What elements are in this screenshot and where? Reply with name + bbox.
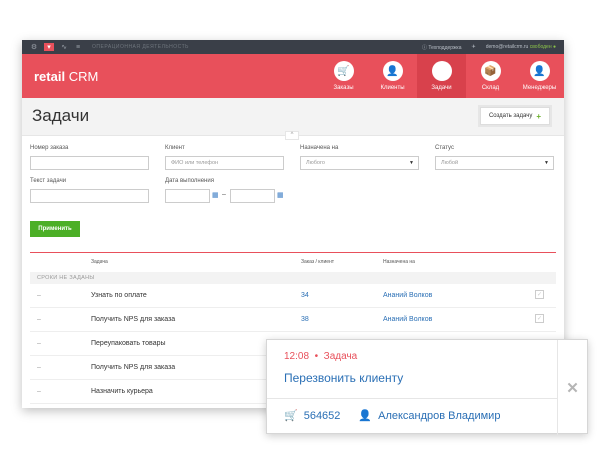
main-header: retail CRM 🛒 Заказы 👤 Клиенты ☰ Задачи 📦…: [22, 54, 564, 98]
row-assignee-link[interactable]: Ананий Волков: [383, 292, 432, 299]
user-email: demo@retailcrm.ru: [485, 44, 529, 50]
assigned-label: Назначена на: [300, 145, 339, 151]
group-no-deadline: СРОКИ НЕ ЗАДАНЫ: [30, 272, 556, 284]
list-icon[interactable]: ≡: [74, 43, 82, 51]
row-assignee-link[interactable]: Ананий Волков: [383, 316, 432, 323]
header-task[interactable]: Задача: [91, 259, 108, 265]
date-to-input[interactable]: [230, 189, 275, 203]
row-order-link[interactable]: 34: [301, 292, 309, 299]
megaphone-icon[interactable]: ✈: [472, 44, 476, 50]
row-task[interactable]: Получить NPS для заказа: [91, 316, 175, 323]
support-link[interactable]: ⓘ Техподдержка: [422, 44, 462, 51]
filters-panel: Номер заказа Клиент ФИО или телефон Назн…: [22, 136, 564, 248]
nav-label: Менеджеры: [522, 85, 557, 91]
nav-orders[interactable]: 🛒 Заказы: [319, 54, 368, 98]
due-date-label: Дата выполнения: [165, 178, 214, 184]
apply-button[interactable]: Применить: [30, 221, 80, 237]
title-bar: Задачи Создать задачу + ^: [22, 98, 564, 140]
nav-label: Заказы: [333, 85, 354, 91]
table-header: Задача Заказ / клиент Назначена на: [30, 259, 556, 271]
row-dash: –: [37, 316, 41, 323]
caret-down-icon: ▼: [544, 160, 549, 166]
complete-checkbox[interactable]: ✓: [535, 290, 544, 299]
manager-icon: 👤: [529, 61, 550, 81]
chat-icon: ☰: [431, 61, 452, 81]
logo-right: CRM: [68, 68, 99, 84]
nav-managers[interactable]: 👤 Менеджеры: [515, 54, 564, 98]
nav-label: Задачи: [431, 85, 452, 91]
nav-tasks[interactable]: ☰ Задачи: [417, 54, 466, 98]
caret-down-icon: ▼: [409, 160, 414, 166]
row-task[interactable]: Переупаковать товары: [91, 340, 166, 347]
notification-type: Задача: [323, 351, 358, 362]
support-label: Техподдержка: [428, 44, 462, 51]
row-order-link[interactable]: 38: [301, 316, 309, 323]
plus-icon: +: [536, 111, 541, 121]
logo[interactable]: retail CRM: [22, 54, 302, 98]
order-number-input[interactable]: [30, 156, 149, 170]
create-task-label: Создать задачу: [488, 113, 533, 119]
logo-left: retail: [34, 68, 66, 84]
task-text-label: Текст задачи: [30, 178, 67, 184]
system-bar: ⚙ ▾ ∿ ≡ ОПЕРАЦИОННАЯ ДЕЯТЕЛЬНОСТЬ ⓘ Техп…: [22, 40, 564, 54]
notification-divider: [267, 398, 557, 399]
calendar-icon[interactable]: ▦: [277, 191, 284, 199]
nav-label: Склад: [481, 85, 500, 91]
user-icon: 👤: [382, 61, 403, 81]
main-nav: 🛒 Заказы 👤 Клиенты ☰ Задачи 📦 Склад 👤 Ме…: [319, 54, 564, 98]
cart-icon: 🛒: [284, 410, 298, 422]
calendar-icon[interactable]: ▦: [212, 191, 219, 199]
notification-task-link[interactable]: Перезвонить клиенту: [284, 371, 403, 385]
status-select[interactable]: Любой ▼: [435, 156, 554, 170]
section-title: ОПЕРАЦИОННАЯ ДЕЯТЕЛЬНОСТЬ: [92, 44, 189, 50]
row-dash: –: [37, 292, 41, 299]
row-task[interactable]: Получить NPS для заказа: [91, 364, 175, 371]
notification-client-link[interactable]: Александров Владимир: [378, 410, 500, 422]
header-order[interactable]: Заказ / клиент: [301, 259, 334, 265]
row-dash: –: [37, 364, 41, 371]
nav-label: Клиенты: [380, 85, 405, 91]
assigned-value: Любого: [306, 160, 325, 166]
row-dash: –: [37, 340, 41, 347]
cart-icon: 🛒: [333, 61, 354, 81]
status-label: Статус: [435, 145, 454, 151]
user-menu[interactable]: demo@retailcrm.ru свободен ●: [486, 44, 556, 50]
status-value: Любой: [441, 160, 459, 166]
task-notification-popup: 12:08 • Задача Перезвонить клиенту 🛒 564…: [266, 339, 588, 435]
notification-footer: 🛒 564652 👤 Александров Владимир: [284, 409, 500, 423]
date-range-dash: –: [222, 191, 226, 198]
row-task[interactable]: Узнать по оплате: [91, 292, 147, 299]
notification-bullet: •: [314, 351, 319, 362]
box-icon: 📦: [480, 61, 501, 81]
create-task-button[interactable]: Создать задачу +: [479, 107, 550, 125]
gear-icon[interactable]: ⚙: [30, 43, 38, 51]
table-row[interactable]: – Получить NPS для заказа 38 Ананий Волк…: [30, 308, 556, 332]
row-dash: –: [37, 388, 41, 395]
table-row[interactable]: – Узнать по оплате 34 Ананий Волков ✓: [30, 284, 556, 308]
client-input[interactable]: ФИО или телефон: [165, 156, 284, 170]
assigned-select[interactable]: Любого ▼: [300, 156, 419, 170]
user-icon: 👤: [358, 410, 373, 422]
complete-checkbox[interactable]: ✓: [535, 314, 544, 323]
header-assignee[interactable]: Назначена на: [383, 259, 415, 265]
page-title: Задачи: [32, 106, 90, 125]
task-text-input[interactable]: [30, 189, 149, 203]
cart-icon[interactable]: ▾: [44, 43, 54, 51]
user-status: свободен: [529, 44, 552, 50]
notification-header: 12:08 • Задача: [284, 351, 357, 362]
close-icon[interactable]: ✕: [557, 340, 587, 435]
notification-time: 12:08: [284, 351, 310, 362]
red-divider: [30, 252, 556, 253]
chart-icon[interactable]: ∿: [60, 43, 68, 51]
date-from-input[interactable]: [165, 189, 210, 203]
row-task[interactable]: Назначить курьера: [91, 388, 153, 395]
nav-clients[interactable]: 👤 Клиенты: [368, 54, 417, 98]
client-label: Клиент: [165, 145, 185, 151]
order-number-label: Номер заказа: [30, 145, 69, 151]
notification-order-link[interactable]: 564652: [304, 410, 341, 422]
nav-warehouse[interactable]: 📦 Склад: [466, 54, 515, 98]
